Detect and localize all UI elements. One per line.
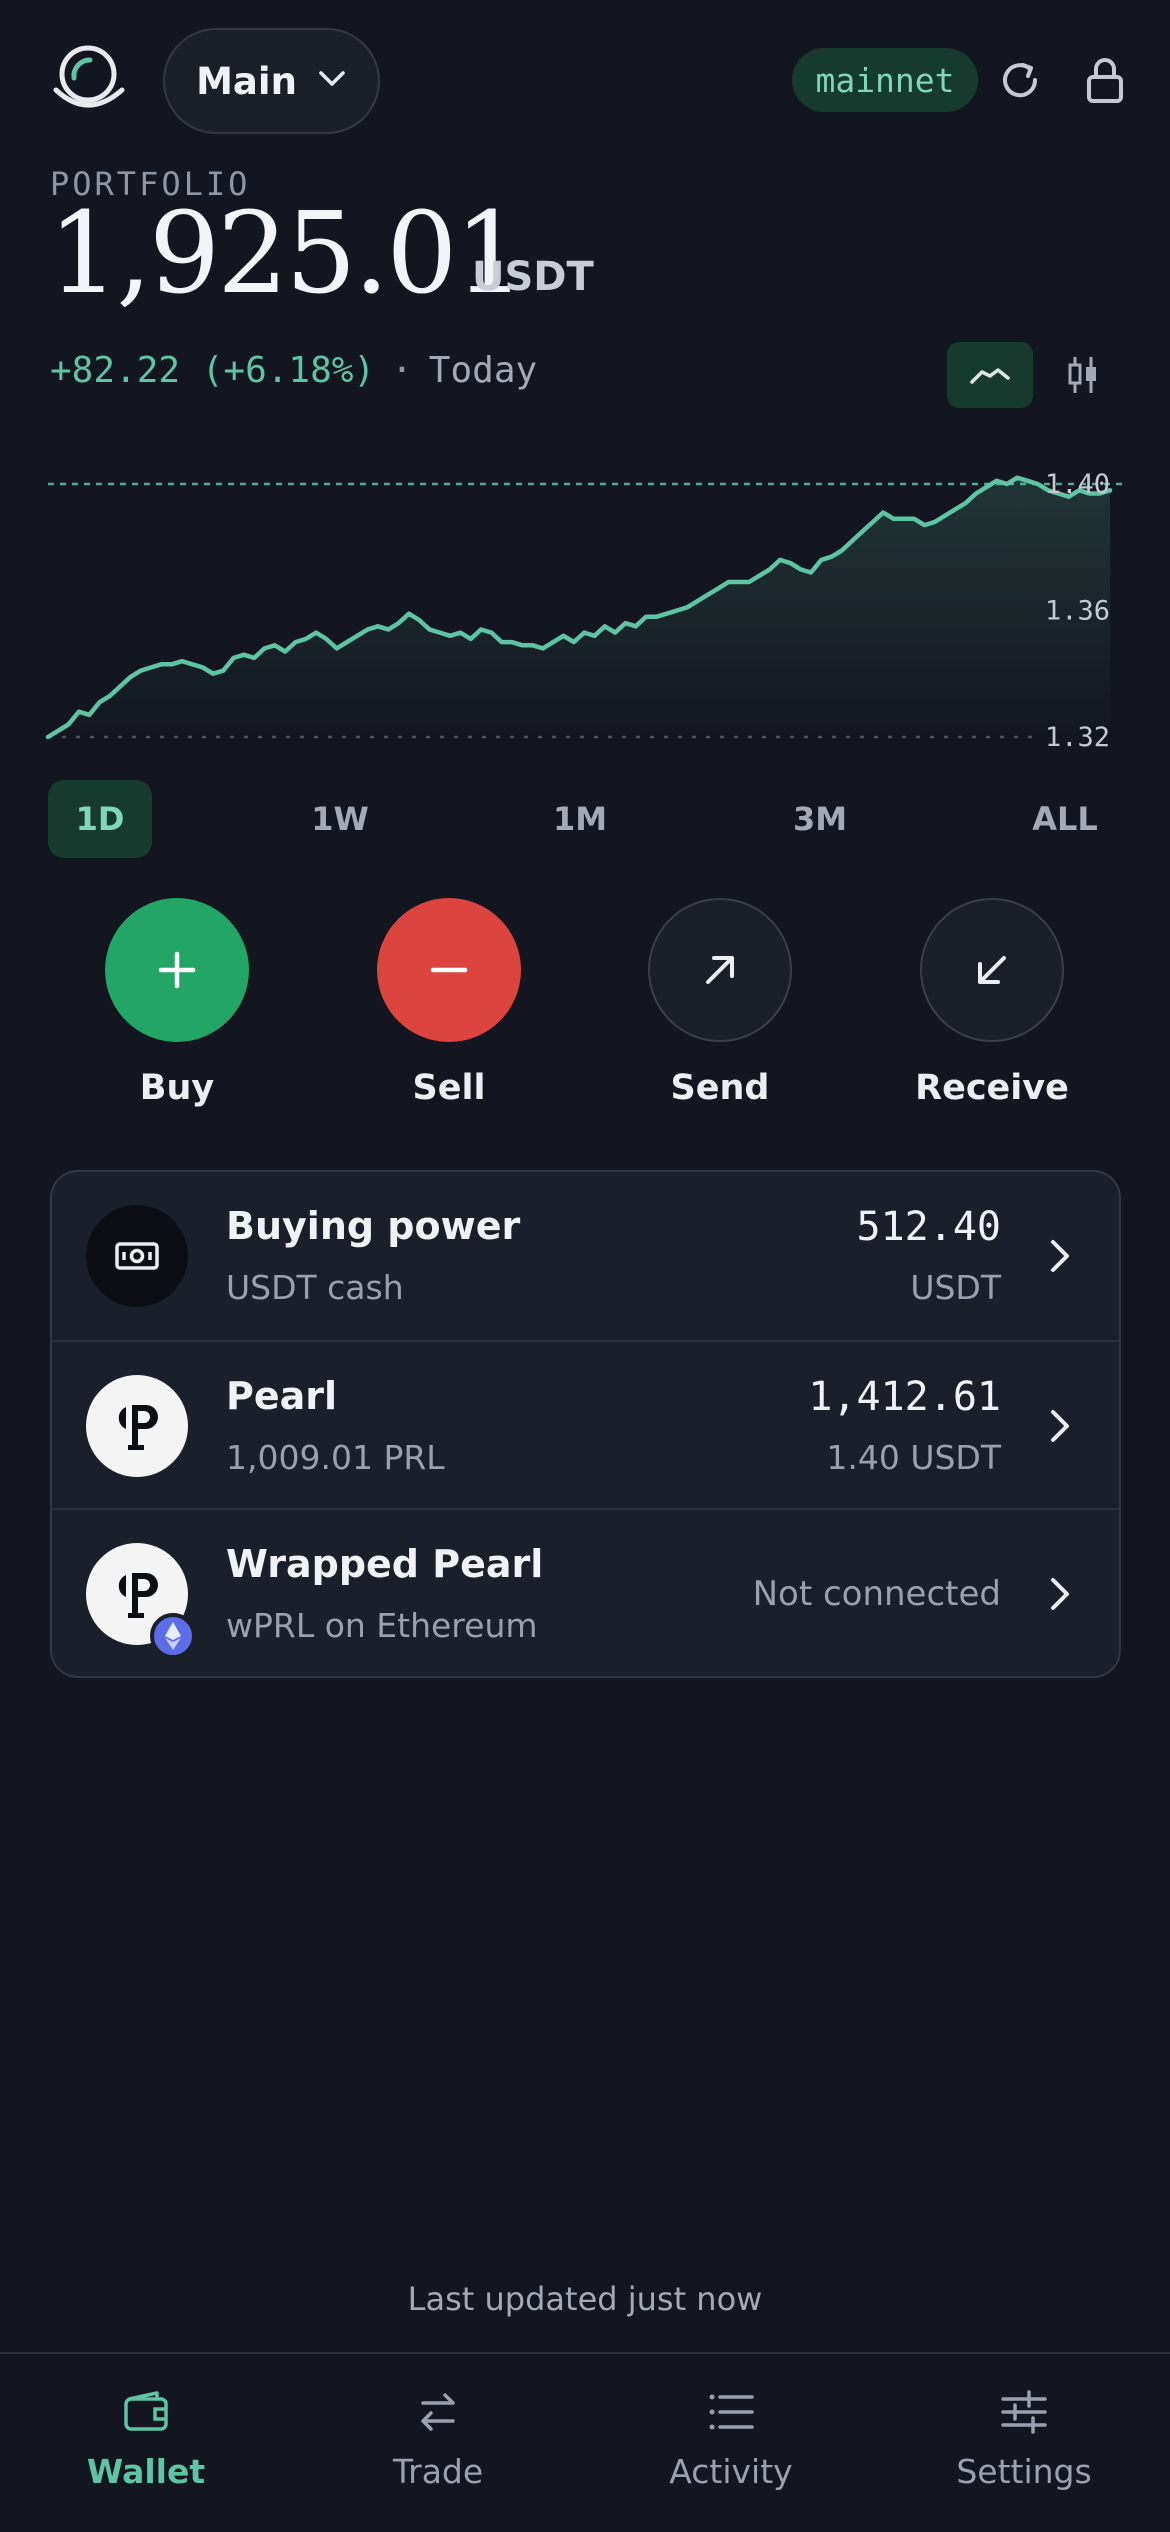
- pearl-logo-icon: [86, 1375, 188, 1477]
- cash-icon: [86, 1205, 188, 1307]
- line-chart-toggle[interactable]: [947, 342, 1033, 408]
- range-tab-1d[interactable]: 1D: [48, 780, 152, 858]
- range-tab-3m[interactable]: 3M: [768, 780, 872, 858]
- nav-label: Wallet: [86, 2452, 206, 2491]
- range-tabs: 1D 1W 1M 3M ALL: [48, 780, 1122, 858]
- nav-settings[interactable]: Settings: [904, 2384, 1144, 2491]
- range-tab-all[interactable]: ALL: [1008, 780, 1122, 858]
- asset-amount: 512.40: [856, 1204, 1002, 1250]
- portfolio-change: +82.22 (+6.18%) · Today: [50, 350, 537, 391]
- sliders-icon: [996, 2384, 1052, 2440]
- portfolio-value: 1,925.01: [48, 189, 526, 319]
- list-icon: [703, 2384, 759, 2440]
- app-logo: [50, 42, 130, 122]
- portfolio-chart[interactable]: 1.40 1.36 1.32: [0, 440, 1170, 770]
- chevron-down-icon: [317, 69, 347, 93]
- ethereum-icon: [150, 1613, 196, 1659]
- nav-trade[interactable]: Trade: [318, 2384, 558, 2491]
- asset-row-wrapped-pearl[interactable]: Wrapped Pearl wPRL on Ethereum Not conne…: [52, 1508, 1119, 1676]
- sell-label: Sell: [412, 1068, 486, 1108]
- asset-row-buying-power[interactable]: Buying power USDT cash 512.40 USDT: [52, 1172, 1119, 1340]
- candlestick-icon: [1068, 357, 1096, 393]
- candlestick-toggle[interactable]: [1050, 342, 1116, 408]
- nav-label: Activity: [669, 2452, 793, 2491]
- asset-name: Buying power: [226, 1204, 521, 1248]
- nav-wallet[interactable]: Wallet: [26, 2384, 266, 2491]
- asset-amount: 1,412.61: [808, 1374, 1001, 1420]
- asset-list: Buying power USDT cash 512.40 USDT Pearl…: [50, 1170, 1121, 1678]
- asset-row-pearl[interactable]: Pearl 1,009.01 PRL 1,412.61 1.40 USDT: [52, 1340, 1119, 1508]
- lock-icon[interactable]: [1075, 50, 1135, 110]
- bottom-nav: Wallet Trade Activity Settings: [0, 2352, 1170, 2532]
- chart-area: [48, 477, 1110, 737]
- arrow-up-right-icon: [648, 898, 792, 1042]
- sell-button[interactable]: Sell: [349, 898, 549, 1108]
- range-tab-1w[interactable]: 1W: [288, 780, 392, 858]
- y-tick-label: 1.40: [1045, 469, 1110, 500]
- y-tick-label: 1.32: [1045, 722, 1110, 753]
- account-label: Main: [196, 59, 297, 103]
- buy-button[interactable]: Buy: [77, 898, 277, 1108]
- nav-label: Trade: [392, 2452, 484, 2491]
- asset-sub: wPRL on Ethereum: [226, 1606, 538, 1645]
- change-separator: ·: [391, 350, 413, 391]
- send-button[interactable]: Send: [620, 898, 820, 1108]
- app-header: Main mainnet: [0, 0, 1170, 160]
- arrow-down-left-icon: [920, 898, 1064, 1042]
- last-updated-text: Last updated just now: [407, 2280, 763, 2318]
- minus-icon: [377, 898, 521, 1042]
- change-value: +82.22 (+6.18%): [50, 350, 376, 391]
- receive-label: Receive: [915, 1068, 1069, 1108]
- asset-amount-sub: 1.40 USDT: [826, 1438, 1001, 1477]
- buy-label: Buy: [139, 1068, 215, 1108]
- swap-icon: [410, 2384, 466, 2440]
- asset-sub: USDT cash: [226, 1268, 404, 1307]
- plus-icon: [105, 898, 249, 1042]
- change-period: Today: [428, 350, 538, 391]
- asset-sub: 1,009.01 PRL: [226, 1438, 445, 1477]
- line-chart-icon: [970, 368, 1010, 384]
- asset-name: Pearl: [226, 1374, 338, 1418]
- chevron-right-icon: [1051, 1578, 1069, 1610]
- wallet-icon: [118, 2384, 174, 2440]
- asset-amount-sub: USDT: [910, 1268, 1001, 1307]
- range-tab-1m[interactable]: 1M: [528, 780, 632, 858]
- nav-label: Settings: [956, 2452, 1092, 2491]
- account-switcher-button[interactable]: Main: [163, 28, 380, 134]
- send-label: Send: [670, 1068, 770, 1108]
- nav-activity[interactable]: Activity: [611, 2384, 851, 2491]
- receive-button[interactable]: Receive: [892, 898, 1092, 1108]
- chevron-right-icon: [1051, 1410, 1069, 1442]
- refresh-icon[interactable]: [990, 50, 1050, 110]
- asset-name: Wrapped Pearl: [226, 1542, 544, 1586]
- chevron-right-icon: [1051, 1240, 1069, 1272]
- connection-status: Not connected: [752, 1574, 1001, 1614]
- network-badge[interactable]: mainnet: [792, 48, 978, 112]
- portfolio-unit: USDT: [472, 254, 594, 300]
- y-tick-label: 1.36: [1045, 596, 1110, 627]
